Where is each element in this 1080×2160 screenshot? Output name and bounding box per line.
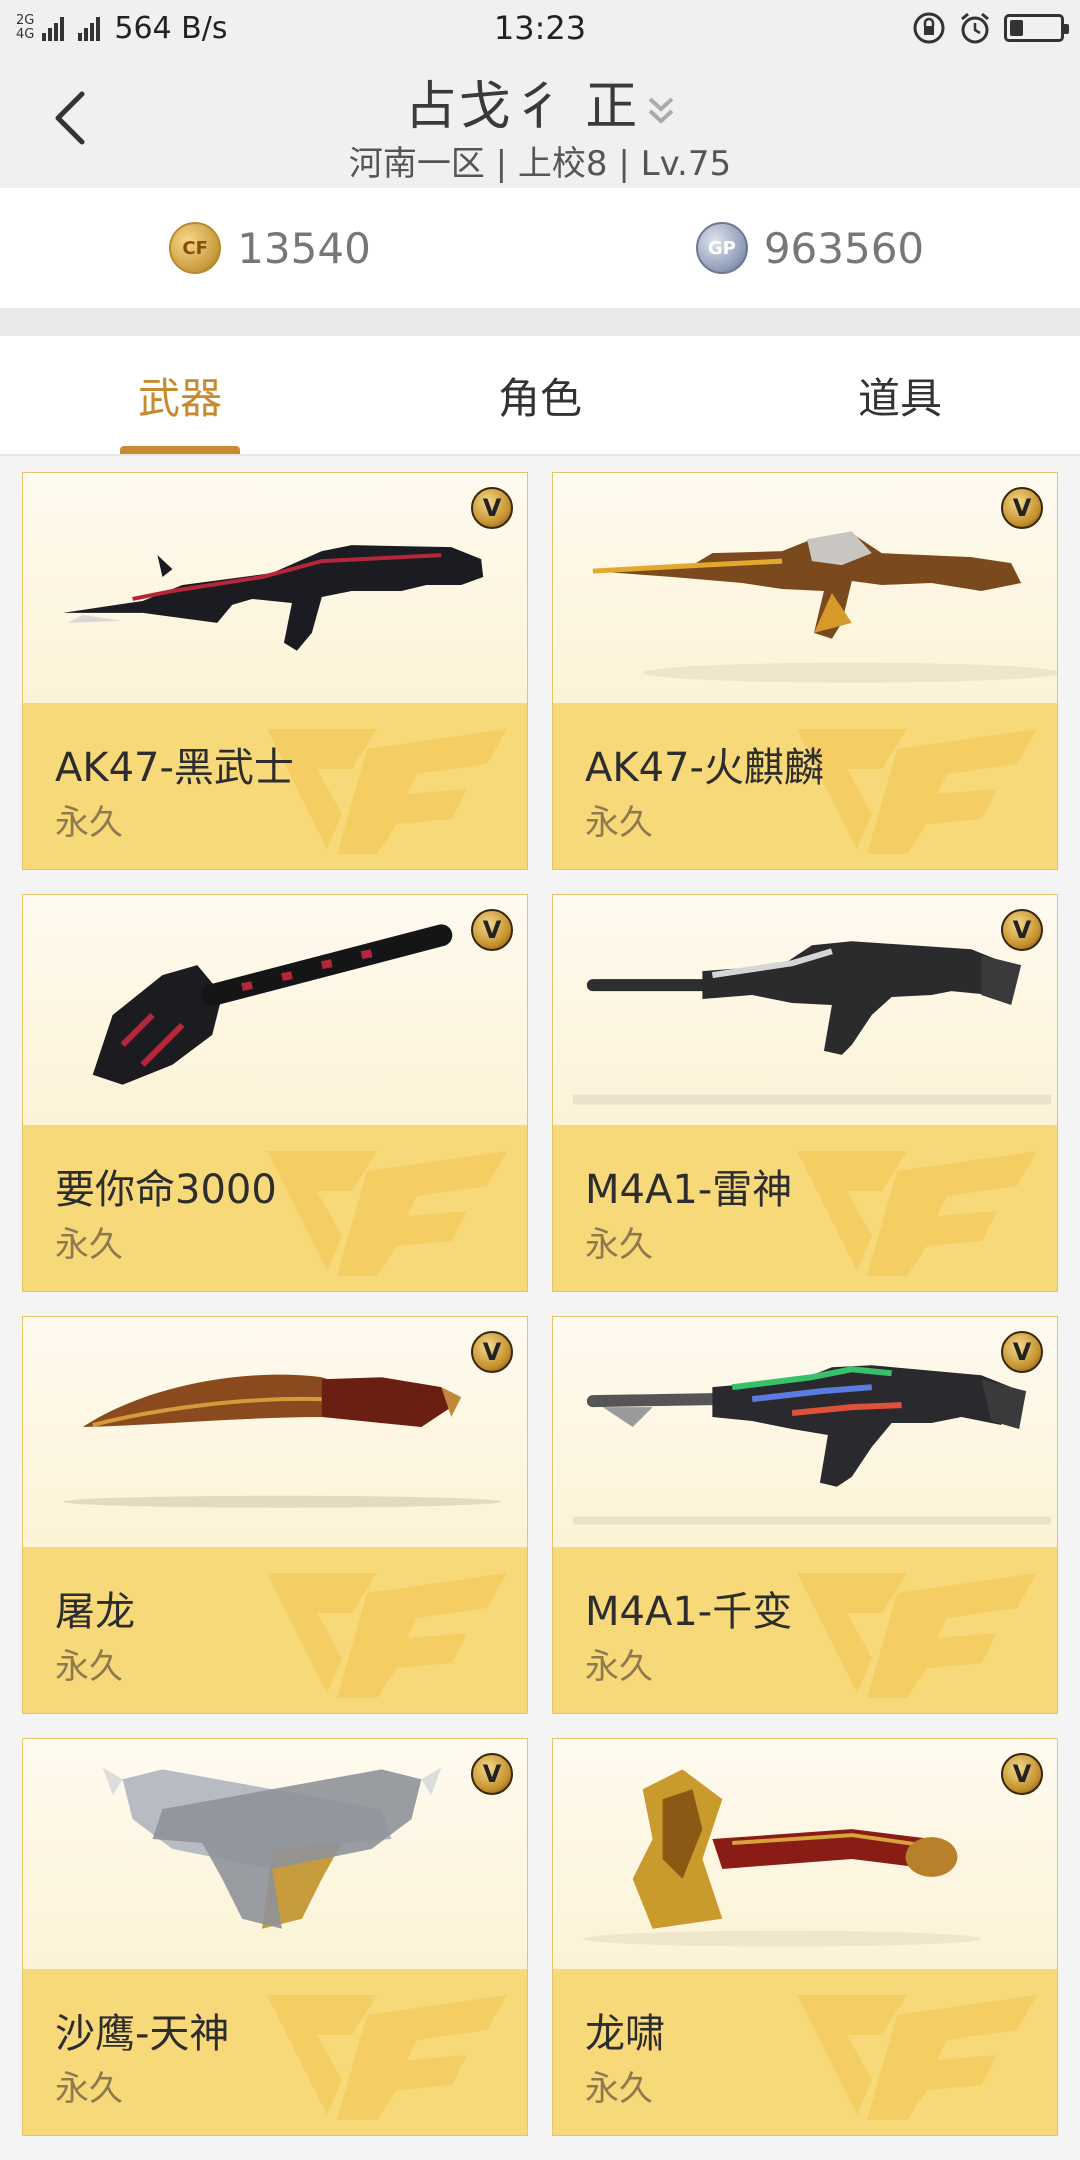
rifle-silver-icon: [572, 941, 1052, 1105]
page-title: 占戈彳 正: [404, 77, 640, 137]
tab-items[interactable]: 道具: [720, 336, 1080, 454]
network-type: 2G 4G: [16, 14, 34, 42]
cf-logo-icon: [797, 1573, 1037, 1698]
cf-logo-icon: [267, 729, 507, 854]
cf-logo-icon: [267, 1573, 507, 1698]
weapon-card[interactable]: V 屠龙 永久: [22, 1316, 528, 1714]
weapon-grid: V AK47-黑武士 永久 V AK47-火麒麟 永久 V 要你命3000 永久…: [22, 472, 1058, 2136]
status-right: [912, 11, 1069, 45]
gp-points: GP 963560: [540, 222, 1080, 274]
account-info: 河南一区 | 上校8 | Lv.75: [348, 144, 732, 184]
status-bar: 2G 4G 564 B/s 13:23: [0, 0, 1080, 56]
weapon-name: 要你命3000: [55, 1167, 277, 1213]
cf-points: CF 13540: [0, 222, 540, 274]
weapon-name: AK47-火麒麟: [585, 745, 824, 791]
vip-badge: V: [1001, 909, 1043, 951]
dragon-axe-icon: [582, 1769, 982, 1947]
divider: [0, 308, 1080, 336]
weapon-duration: 永久: [55, 1647, 123, 1687]
cf-logo-icon: [797, 729, 1037, 854]
network-bottom-label: 4G: [16, 27, 35, 42]
account-switcher[interactable]: 占戈彳 正: [0, 64, 1080, 140]
cf-logo-icon: [797, 1151, 1037, 1276]
vip-badge: V: [471, 1331, 513, 1373]
weapon-card[interactable]: V 龙啸 永久: [552, 1738, 1058, 2136]
weapon-name: M4A1-千变: [585, 1589, 793, 1635]
vip-badge: V: [1001, 1331, 1043, 1373]
status-left: 2G 4G 564 B/s: [16, 11, 227, 46]
vip-badge: V: [471, 487, 513, 529]
weapon-name: 沙鹰-天神: [55, 2011, 230, 2057]
weapon-card[interactable]: V 沙鹰-天神 永久: [22, 1738, 528, 2136]
weapon-card[interactable]: V M4A1-千变 永久: [552, 1316, 1058, 1714]
rifle-gold-icon: [592, 531, 1057, 683]
signal-icon-2: [78, 15, 101, 41]
weapon-card[interactable]: V AK47-火麒麟 永久: [552, 472, 1058, 870]
rifle-rainbow-icon: [572, 1365, 1052, 1525]
machete-icon: [62, 1374, 502, 1508]
header: 占戈彳 正 河南一区 | 上校8 | Lv.75: [0, 56, 1080, 188]
network-top-label: 2G: [16, 13, 35, 28]
rifle-black-icon: [62, 545, 484, 651]
vip-badge: V: [1001, 487, 1043, 529]
cf-coin-icon: CF: [169, 222, 222, 274]
signal-icon: [42, 15, 65, 41]
chevron-down-icon: [647, 80, 675, 140]
rotation-lock-icon: [913, 12, 945, 44]
vip-badge: V: [471, 1753, 513, 1795]
cf-points-value: 13540: [237, 223, 371, 273]
weapon-card[interactable]: V M4A1-雷神 永久: [552, 894, 1058, 1292]
weapon-name: AK47-黑武士: [55, 745, 294, 791]
cf-logo-icon: [797, 1995, 1037, 2120]
battery-icon: [1004, 14, 1069, 42]
weapon-duration: 永久: [585, 1225, 653, 1265]
weapon-duration: 永久: [55, 803, 123, 843]
weapon-duration: 永久: [585, 803, 653, 843]
vip-badge: V: [1001, 1753, 1043, 1795]
vip-badge: V: [471, 909, 513, 951]
category-tabs: 武器 角色 道具: [0, 336, 1080, 456]
weapon-card[interactable]: V AK47-黑武士 永久: [22, 472, 528, 870]
shovel-icon: [92, 924, 453, 1085]
weapon-duration: 永久: [585, 2069, 653, 2109]
weapon-duration: 永久: [585, 1647, 653, 1687]
weapon-name: M4A1-雷神: [585, 1167, 793, 1213]
tab-weapons[interactable]: 武器: [0, 336, 360, 454]
tab-characters[interactable]: 角色: [360, 336, 720, 454]
weapon-duration: 永久: [55, 2069, 123, 2109]
network-speed: 564 B/s: [114, 10, 228, 46]
cf-logo-icon: [267, 1151, 507, 1276]
dual-pistol-icon: [102, 1767, 442, 1929]
weapon-name: 屠龙: [55, 1589, 135, 1635]
gp-coin-icon: GP: [695, 222, 748, 274]
gp-points-value: 963560: [763, 223, 925, 273]
weapon-duration: 永久: [55, 1225, 123, 1265]
alarm-icon: [961, 12, 989, 44]
weapon-name: 龙啸: [585, 2011, 665, 2057]
weapon-card[interactable]: V 要你命3000 永久: [22, 894, 528, 1292]
currency-bar: CF 13540 GP 963560: [0, 188, 1080, 308]
cf-logo-icon: [267, 1995, 507, 2120]
